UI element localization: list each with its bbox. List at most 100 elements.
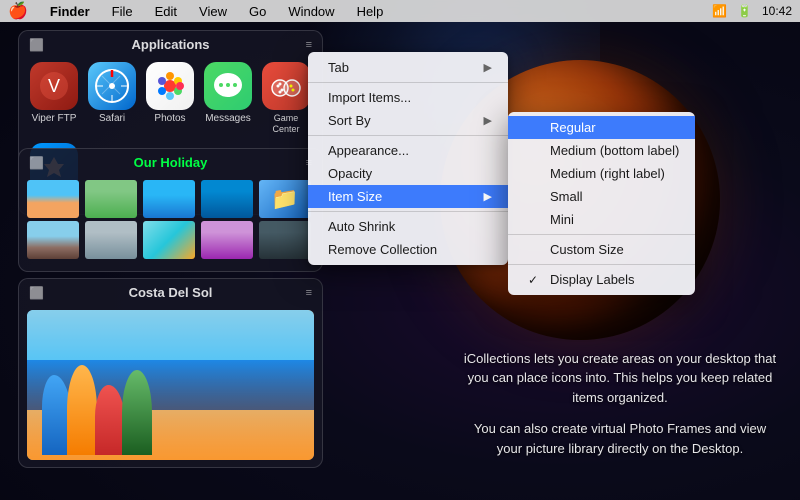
menu-item-import[interactable]: Import Items... — [308, 86, 508, 109]
app-safari[interactable]: Safari — [87, 62, 137, 125]
panel-costa-header: ⬜ Costa Del Sol ≡ — [19, 279, 322, 306]
app-photos[interactable]: Photos — [145, 62, 195, 125]
context-menu: Tab ▶ Import Items... Sort By ▶ Appearan… — [308, 52, 508, 265]
app-messages[interactable]: Messages — [203, 62, 253, 125]
messages-icon — [204, 62, 252, 110]
thumb-7[interactable] — [143, 221, 195, 259]
menu-item-item-size[interactable]: Item Size ▶ — [308, 185, 508, 208]
description-area: iCollections lets you create areas on yo… — [460, 349, 780, 471]
menu-label-remove-collection: Remove Collection — [328, 242, 437, 257]
submenu-label-regular: Regular — [550, 120, 596, 135]
panel-apps-title: Applications — [131, 37, 209, 52]
menu-item-opacity[interactable]: Opacity — [308, 162, 508, 185]
costa-del-sol-panel: ⬜ Costa Del Sol ≡ — [18, 278, 323, 468]
submenu-label-mini: Mini — [550, 212, 574, 227]
thumb-folder[interactable]: 📁 — [259, 180, 311, 218]
menu-label-import: Import Items... — [328, 90, 411, 105]
menu-label-appearance: Appearance... — [328, 143, 409, 158]
app-game-center[interactable]: Game Center — [261, 62, 311, 135]
person-4 — [122, 370, 152, 455]
description-para-1: iCollections lets you create areas on yo… — [460, 349, 780, 408]
description-para-2: You can also create virtual Photo Frames… — [460, 419, 780, 458]
app-label: Viper FTP — [32, 113, 77, 125]
panel-costa-title: Costa Del Sol — [129, 285, 213, 300]
menu-label-auto-shrink: Auto Shrink — [328, 219, 395, 234]
menu-label-sort: Sort By — [328, 113, 371, 128]
thumb-4[interactable] — [201, 180, 253, 218]
thumb-9[interactable] — [259, 221, 311, 259]
submenu-arrow: ▶ — [484, 61, 492, 74]
panel-apps-header: ⬜ Applications ≡ — [19, 31, 322, 58]
thumb-6[interactable] — [85, 221, 137, 259]
menu-item-remove-collection[interactable]: Remove Collection — [308, 238, 508, 261]
person-2 — [67, 365, 97, 455]
menubar-window[interactable]: Window — [284, 4, 338, 19]
menubar-file[interactable]: File — [108, 4, 137, 19]
menubar-finder[interactable]: Finder — [46, 4, 94, 19]
menu-label-opacity: Opacity — [328, 166, 372, 181]
panel-holiday-external-icon: ⬜ — [29, 156, 44, 170]
menubar-edit[interactable]: Edit — [151, 4, 181, 19]
thumb-5[interactable] — [27, 221, 79, 259]
submenu-arrow-size: ▶ — [484, 190, 492, 203]
menu-item-auto-shrink[interactable]: Auto Shrink — [308, 215, 508, 238]
submenu-item-regular[interactable]: Regular — [508, 116, 695, 139]
submenu-label-medium-bottom: Medium (bottom label) — [550, 143, 679, 158]
panel-holiday-header: ⬜ Our Holiday ≡ — [19, 149, 322, 176]
menu-separator-1 — [308, 82, 508, 83]
thumb-8[interactable] — [201, 221, 253, 259]
app-label: Game Center — [261, 113, 311, 135]
panel-costa-external-icon: ⬜ — [29, 286, 44, 300]
holiday-thumbnails: 📁 — [19, 176, 322, 263]
app-label: Photos — [154, 113, 185, 125]
menu-item-tab[interactable]: Tab ▶ — [308, 56, 508, 79]
submenu-item-medium-right[interactable]: Medium (right label) — [508, 162, 695, 185]
menu-item-appearance[interactable]: Appearance... — [308, 139, 508, 162]
wifi-icon[interactable]: 📶 — [712, 4, 727, 18]
menu-separator-3 — [308, 211, 508, 212]
costa-photo-frame — [27, 310, 314, 460]
menubar: 🍎 Finder File Edit View Go Window Help 📶… — [0, 0, 800, 22]
menu-separator-2 — [308, 135, 508, 136]
menubar-go[interactable]: Go — [245, 4, 270, 19]
submenu-label-display: Display Labels — [550, 272, 635, 287]
submenu-label-small: Small — [550, 189, 583, 204]
item-size-submenu: Regular Medium (bottom label) Medium (ri… — [508, 112, 695, 295]
thumb-2[interactable] — [85, 180, 137, 218]
menu-label-item-size: Item Size — [328, 189, 382, 204]
battery-icon[interactable]: 🔋 — [737, 4, 752, 18]
photos-icon — [146, 62, 194, 110]
submenu-item-mini[interactable]: Mini — [508, 208, 695, 231]
clock: 10:42 — [762, 4, 792, 18]
menu-label-tab: Tab — [328, 60, 349, 75]
submenu-separator-2 — [508, 264, 695, 265]
menubar-right: 📶 🔋 10:42 — [712, 4, 792, 18]
game-center-icon — [262, 62, 310, 110]
app-viper-ftp[interactable]: V Viper FTP — [29, 62, 79, 125]
submenu-arrow-sort: ▶ — [484, 114, 492, 127]
submenu-item-display-labels[interactable]: ✓ Display Labels — [508, 268, 695, 291]
panel-apps-menu-icon[interactable]: ≡ — [306, 39, 312, 51]
svg-text:V: V — [48, 76, 60, 96]
menubar-view[interactable]: View — [195, 4, 231, 19]
thumb-3[interactable] — [143, 180, 195, 218]
submenu-separator-1 — [508, 234, 695, 235]
submenu-item-custom[interactable]: Custom Size — [508, 238, 695, 261]
viper-ftp-icon: V — [30, 62, 78, 110]
app-label: Messages — [205, 113, 251, 125]
panel-costa-menu-icon[interactable]: ≡ — [306, 287, 312, 299]
panel-holiday-title: Our Holiday — [134, 155, 208, 170]
thumb-1[interactable] — [27, 180, 79, 218]
holiday-panel: ⬜ Our Holiday ≡ 📁 — [18, 148, 323, 272]
menu-item-sort-by[interactable]: Sort By ▶ — [308, 109, 508, 132]
check-mark-display: ✓ — [528, 273, 542, 287]
safari-icon — [88, 62, 136, 110]
person-3 — [95, 385, 125, 455]
photo-people — [27, 360, 314, 460]
menubar-help[interactable]: Help — [353, 4, 388, 19]
app-label: Safari — [99, 113, 125, 125]
panel-apps-external-icon: ⬜ — [29, 38, 44, 52]
submenu-item-medium-bottom[interactable]: Medium (bottom label) — [508, 139, 695, 162]
apple-menu[interactable]: 🍎 — [8, 1, 28, 21]
submenu-item-small[interactable]: Small — [508, 185, 695, 208]
